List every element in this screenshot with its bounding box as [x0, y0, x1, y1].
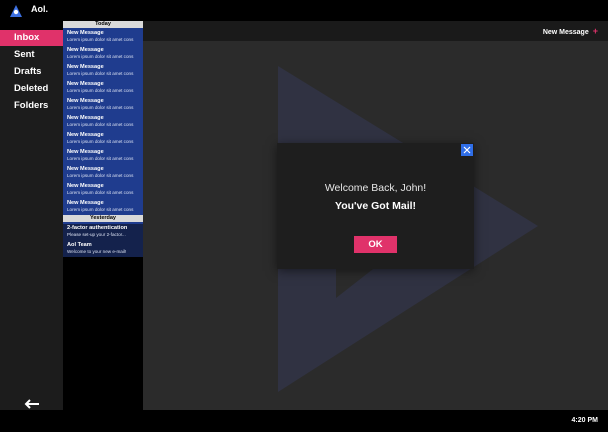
- message-subject: New Message: [67, 132, 104, 138]
- new-message-label: New Message: [542, 29, 589, 36]
- got-mail-headline: You've Got Mail!: [334, 200, 417, 212]
- message-preview: Lorem ipsum dolor sit amet cons: [67, 37, 134, 42]
- message-subject: New Message: [67, 98, 104, 104]
- message-item[interactable]: New Message Lorem ipsum dolor sit amet co…: [67, 98, 143, 114]
- sidebar-item-deleted[interactable]: Deleted: [0, 81, 63, 97]
- arrow-left-icon[interactable]: [24, 399, 40, 409]
- section-header-yesterday: Yesterday: [63, 215, 143, 222]
- message-item[interactable]: New Message Lorem ipsum dolor sit amet co…: [67, 30, 143, 46]
- sidebar-item-folders[interactable]: Folders: [0, 98, 63, 114]
- message-subject: New Message: [67, 200, 104, 206]
- message-preview: Lorem ipsum dolor sit amet cons: [67, 71, 134, 76]
- message-item[interactable]: New Message Lorem ipsum dolor sit amet co…: [67, 132, 143, 148]
- message-preview: Lorem ipsum dolor sit amet cons: [67, 190, 134, 195]
- message-preview: Lorem ipsum dolor sit amet cons: [67, 54, 134, 59]
- message-item[interactable]: New Message Lorem ipsum dolor sit amet co…: [67, 47, 143, 63]
- top-bar: [0, 0, 608, 21]
- message-item[interactable]: New Message Lorem ipsum dolor sit amet co…: [67, 115, 143, 131]
- message-item[interactable]: New Message Lorem ipsum dolor sit amet co…: [67, 81, 143, 97]
- sidebar-item-inbox[interactable]: Inbox: [0, 30, 63, 46]
- message-list-empty: [63, 257, 143, 410]
- message-preview: Welcome to your new e-mail!: [67, 249, 127, 254]
- plus-icon: +: [592, 26, 598, 36]
- message-item[interactable]: 2-factor authentication Please set-up you…: [67, 225, 143, 241]
- message-preview: Please set-up your 2-factor...: [67, 232, 126, 237]
- message-subject: New Message: [67, 183, 104, 189]
- message-preview: Lorem ipsum dolor sit amet cons: [67, 139, 134, 144]
- message-subject: New Message: [67, 115, 104, 121]
- message-preview: Lorem ipsum dolor sit amet cons: [67, 88, 134, 93]
- clock: 4:20 PM: [571, 417, 598, 424]
- message-subject: New Message: [67, 166, 104, 172]
- message-subject: New Message: [67, 81, 104, 87]
- close-icon: [463, 146, 471, 154]
- main-header: [143, 21, 608, 41]
- message-item[interactable]: New Message Lorem ipsum dolor sit amet co…: [67, 183, 143, 199]
- message-subject: 2-factor authentication: [67, 225, 128, 231]
- app-name: Aol.: [31, 4, 48, 14]
- message-item[interactable]: New Message Lorem ipsum dolor sit amet co…: [67, 200, 143, 216]
- message-item[interactable]: New Message Lorem ipsum dolor sit amet co…: [67, 64, 143, 80]
- aol-logo-icon: [10, 5, 22, 17]
- message-subject: Aol Team: [67, 242, 92, 248]
- message-subject: New Message: [67, 47, 104, 53]
- message-preview: Lorem ipsum dolor sit amet cons: [67, 173, 134, 178]
- message-item[interactable]: New Message Lorem ipsum dolor sit amet co…: [67, 166, 143, 182]
- ok-button[interactable]: OK: [354, 236, 397, 253]
- message-subject: New Message: [67, 30, 104, 36]
- welcome-text: Welcome Back, John!: [324, 182, 427, 194]
- sidebar-item-sent[interactable]: Sent: [0, 47, 63, 63]
- close-button[interactable]: [461, 144, 473, 156]
- message-subject: New Message: [67, 149, 104, 155]
- message-preview: Lorem ipsum dolor sit amet cons: [67, 207, 134, 212]
- new-message-button[interactable]: New Message +: [543, 26, 598, 36]
- section-header-today: Today: [63, 21, 143, 28]
- message-item[interactable]: Aol Team Welcome to your new e-mail!: [67, 242, 143, 258]
- bottom-bar: [0, 410, 608, 432]
- message-preview: Lorem ipsum dolor sit amet cons: [67, 122, 134, 127]
- message-subject: New Message: [67, 64, 104, 70]
- message-preview: Lorem ipsum dolor sit amet cons: [67, 156, 134, 161]
- message-item[interactable]: New Message Lorem ipsum dolor sit amet co…: [67, 149, 143, 165]
- sidebar-item-drafts[interactable]: Drafts: [0, 64, 63, 80]
- message-preview: Lorem ipsum dolor sit amet cons: [67, 105, 134, 110]
